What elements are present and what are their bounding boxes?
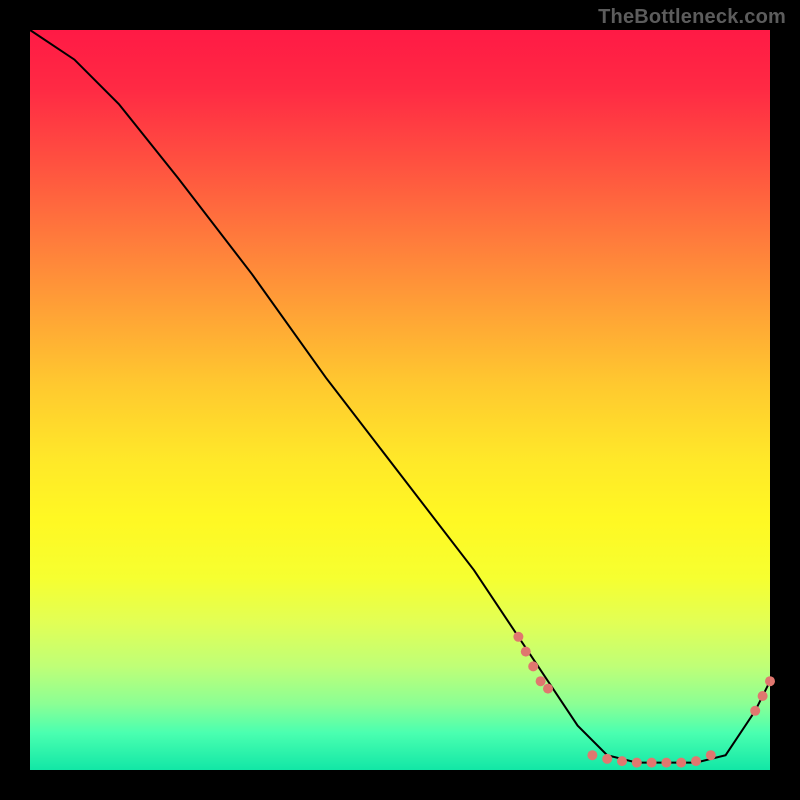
data-point	[750, 706, 760, 716]
data-point	[676, 758, 686, 768]
data-point	[513, 632, 523, 642]
chart-frame: TheBottleneck.com	[0, 0, 800, 800]
data-point	[758, 691, 768, 701]
series-points	[513, 632, 775, 768]
data-point	[691, 756, 701, 766]
data-point	[661, 758, 671, 768]
series-line	[30, 30, 770, 763]
data-point	[521, 647, 531, 657]
data-point	[647, 758, 657, 768]
watermark: TheBottleneck.com	[598, 6, 786, 29]
data-point	[587, 750, 597, 760]
chart-svg	[30, 30, 770, 770]
data-point	[617, 756, 627, 766]
data-point	[765, 676, 775, 686]
data-point	[536, 676, 546, 686]
data-point	[706, 750, 716, 760]
data-point	[602, 754, 612, 764]
data-point	[528, 661, 538, 671]
data-point	[632, 758, 642, 768]
data-point	[543, 684, 553, 694]
